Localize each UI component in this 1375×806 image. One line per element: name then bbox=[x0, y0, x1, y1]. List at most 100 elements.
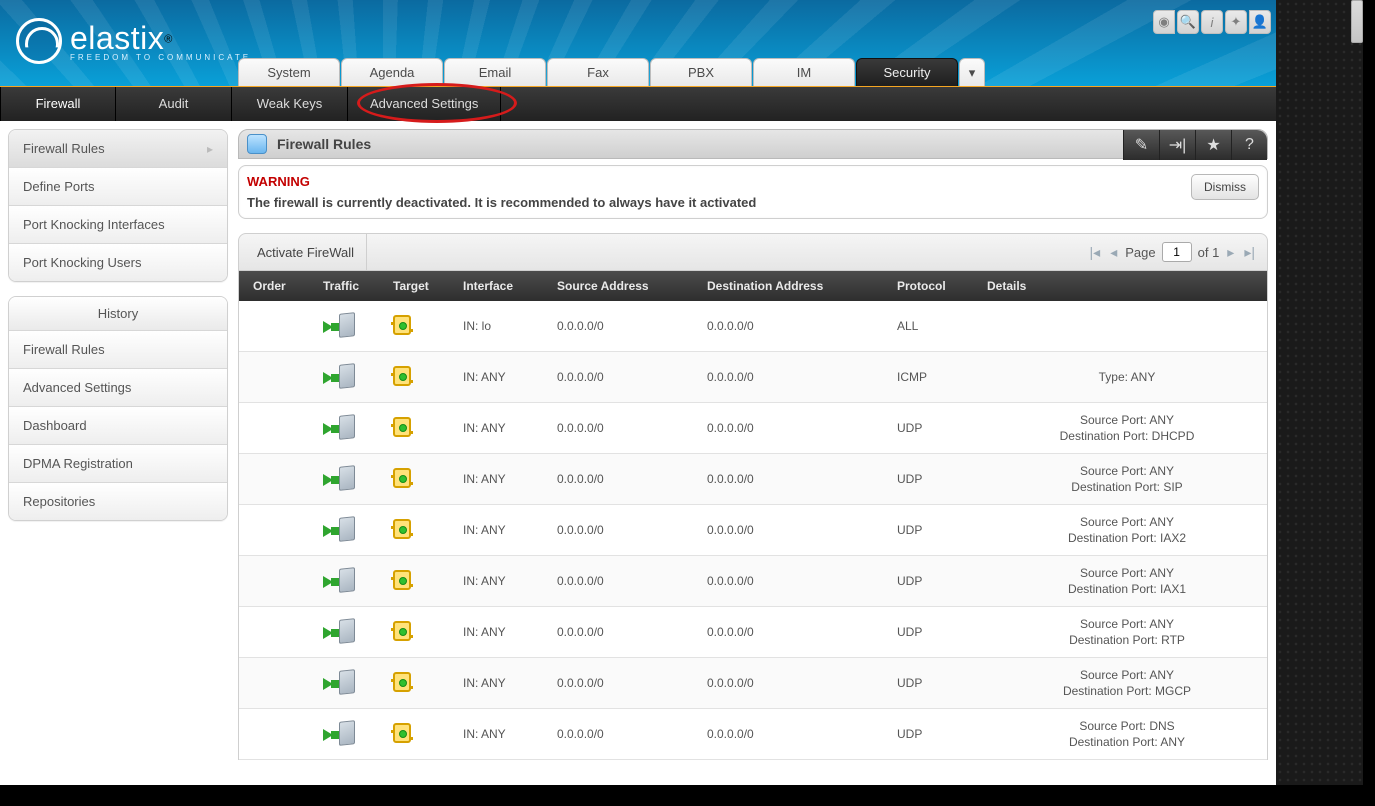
activate-firewall-button[interactable]: Activate FireWall bbox=[239, 233, 367, 271]
rules-table: Order Traffic Target Interface Source Ad… bbox=[238, 271, 1268, 760]
cell-target bbox=[393, 672, 463, 695]
cell-target bbox=[393, 366, 463, 389]
history-item[interactable]: DPMA Registration bbox=[9, 445, 227, 483]
decorative-right-strip bbox=[1276, 0, 1363, 785]
cell-dest: 0.0.0.0/0 bbox=[707, 421, 897, 435]
tab-email[interactable]: Email bbox=[444, 58, 546, 86]
tab-agenda[interactable]: Agenda bbox=[341, 58, 443, 86]
history-item-label: Dashboard bbox=[23, 418, 87, 433]
star-icon[interactable]: ★ bbox=[1195, 130, 1231, 160]
tab-im[interactable]: IM bbox=[753, 58, 855, 86]
table-header-row: Order Traffic Target Interface Source Ad… bbox=[239, 271, 1267, 301]
cell-source: 0.0.0.0/0 bbox=[557, 676, 707, 690]
help-icon[interactable]: ? bbox=[1231, 130, 1267, 160]
traffic-in-icon bbox=[323, 566, 357, 596]
subnav-weakkeys[interactable]: Weak Keys bbox=[232, 87, 348, 121]
cell-traffic bbox=[323, 413, 393, 443]
tab-system[interactable]: System bbox=[238, 58, 340, 86]
cell-traffic bbox=[323, 311, 393, 341]
cell-target bbox=[393, 468, 463, 491]
table-row[interactable]: IN: ANY0.0.0.0/00.0.0.0/0ICMPType: ANY bbox=[239, 352, 1267, 403]
sidebar-item-firewall-rules[interactable]: Firewall Rules ▸ bbox=[9, 130, 227, 168]
history-item-label: Firewall Rules bbox=[23, 342, 105, 357]
subnav-firewall[interactable]: Firewall bbox=[0, 87, 116, 121]
col-dest: Destination Address bbox=[707, 279, 897, 293]
target-accept-icon bbox=[393, 519, 411, 539]
history-item[interactable]: Dashboard bbox=[9, 407, 227, 445]
table-row[interactable]: IN: ANY0.0.0.0/00.0.0.0/0UDPSource Port:… bbox=[239, 454, 1267, 505]
puzzle-icon[interactable]: ✦ bbox=[1225, 10, 1247, 34]
vertical-scrollbar[interactable] bbox=[1351, 0, 1363, 43]
col-traffic: Traffic bbox=[323, 279, 393, 293]
page-title: Firewall Rules bbox=[277, 136, 371, 152]
subnav-audit[interactable]: Audit bbox=[116, 87, 232, 121]
edit-icon[interactable]: ✎ bbox=[1123, 130, 1159, 160]
user-icon[interactable]: 👤 bbox=[1249, 10, 1271, 34]
table-row[interactable]: IN: ANY0.0.0.0/00.0.0.0/0UDPSource Port:… bbox=[239, 658, 1267, 709]
table-row[interactable]: IN: ANY0.0.0.0/00.0.0.0/0UDPSource Port:… bbox=[239, 403, 1267, 454]
target-accept-icon bbox=[393, 570, 411, 590]
search-icon[interactable]: 🔍 bbox=[1177, 10, 1199, 34]
tab-fax[interactable]: Fax bbox=[547, 58, 649, 86]
sidebar-item-pk-users[interactable]: Port Knocking Users bbox=[9, 244, 227, 281]
col-order: Order bbox=[253, 279, 323, 293]
brand-logo[interactable]: elastix® FREEDOM TO COMMUNICATE bbox=[16, 18, 251, 64]
titlebar-actions: ✎ ⇥| ★ ? bbox=[1123, 130, 1267, 160]
pager-first-icon[interactable]: |◂ bbox=[1088, 244, 1103, 261]
pager-next-icon[interactable]: ▸ bbox=[1225, 244, 1236, 261]
traffic-in-icon bbox=[323, 311, 357, 341]
cell-source: 0.0.0.0/0 bbox=[557, 625, 707, 639]
sidebar-item-label: Port Knocking Users bbox=[23, 255, 142, 270]
traffic-in-icon bbox=[323, 719, 357, 749]
table-body: IN: lo0.0.0.0/00.0.0.0/0ALLIN: ANY0.0.0.… bbox=[239, 301, 1267, 760]
pager-last-icon[interactable]: ▸| bbox=[1242, 244, 1257, 261]
pager-prev-icon[interactable]: ◂ bbox=[1108, 244, 1119, 261]
pager-page-input[interactable] bbox=[1162, 242, 1192, 262]
tab-pbx[interactable]: PBX bbox=[650, 58, 752, 86]
cell-protocol: ALL bbox=[897, 319, 987, 333]
droplet-icon[interactable]: ◉ bbox=[1153, 10, 1175, 34]
table-row[interactable]: IN: ANY0.0.0.0/00.0.0.0/0UDPSource Port:… bbox=[239, 556, 1267, 607]
dismiss-button[interactable]: Dismiss bbox=[1191, 174, 1259, 200]
history-item-label: Repositories bbox=[23, 494, 95, 509]
cell-interface: IN: ANY bbox=[463, 523, 557, 537]
sidebar-item-label: Define Ports bbox=[23, 179, 95, 194]
table-row[interactable]: IN: ANY0.0.0.0/00.0.0.0/0UDPSource Port:… bbox=[239, 505, 1267, 556]
cell-interface: IN: lo bbox=[463, 319, 557, 333]
traffic-in-icon bbox=[323, 413, 357, 443]
table-row[interactable]: IN: lo0.0.0.0/00.0.0.0/0ALL bbox=[239, 301, 1267, 352]
cell-interface: IN: ANY bbox=[463, 574, 557, 588]
columns-icon[interactable]: ⇥| bbox=[1159, 130, 1195, 160]
sub-nav: Firewall Audit Weak Keys Advanced Settin… bbox=[0, 87, 1276, 121]
sidebar-primary-card: Firewall Rules ▸ Define Ports Port Knock… bbox=[8, 129, 228, 282]
cell-dest: 0.0.0.0/0 bbox=[707, 319, 897, 333]
target-accept-icon bbox=[393, 315, 411, 335]
sidebar-item-pk-interfaces[interactable]: Port Knocking Interfaces bbox=[9, 206, 227, 244]
cell-source: 0.0.0.0/0 bbox=[557, 574, 707, 588]
cell-details: Source Port: ANYDestination Port: IAX2 bbox=[987, 514, 1267, 546]
subnav-advanced[interactable]: Advanced Settings bbox=[348, 87, 501, 121]
info-icon[interactable]: i bbox=[1201, 10, 1223, 34]
tab-more-caret[interactable]: ▾ bbox=[959, 58, 985, 86]
cell-target bbox=[393, 621, 463, 644]
brand-registered: ® bbox=[164, 34, 172, 46]
cell-traffic bbox=[323, 617, 393, 647]
tab-security[interactable]: Security bbox=[856, 58, 958, 86]
cell-protocol: UDP bbox=[897, 472, 987, 486]
cell-protocol: UDP bbox=[897, 421, 987, 435]
traffic-in-icon bbox=[323, 464, 357, 494]
cell-interface: IN: ANY bbox=[463, 472, 557, 486]
table-row[interactable]: IN: ANY0.0.0.0/00.0.0.0/0UDPSource Port:… bbox=[239, 709, 1267, 760]
cell-target bbox=[393, 315, 463, 338]
history-item[interactable]: Repositories bbox=[9, 483, 227, 520]
target-accept-icon bbox=[393, 417, 411, 437]
sidebar-item-define-ports[interactable]: Define Ports bbox=[9, 168, 227, 206]
chevron-right-icon: ▸ bbox=[207, 142, 213, 156]
cell-dest: 0.0.0.0/0 bbox=[707, 523, 897, 537]
history-item[interactable]: Firewall Rules bbox=[9, 331, 227, 369]
traffic-in-icon bbox=[323, 617, 357, 647]
history-item[interactable]: Advanced Settings bbox=[9, 369, 227, 407]
cell-details: Source Port: ANYDestination Port: MGCP bbox=[987, 667, 1267, 699]
table-row[interactable]: IN: ANY0.0.0.0/00.0.0.0/0UDPSource Port:… bbox=[239, 607, 1267, 658]
cell-traffic bbox=[323, 464, 393, 494]
